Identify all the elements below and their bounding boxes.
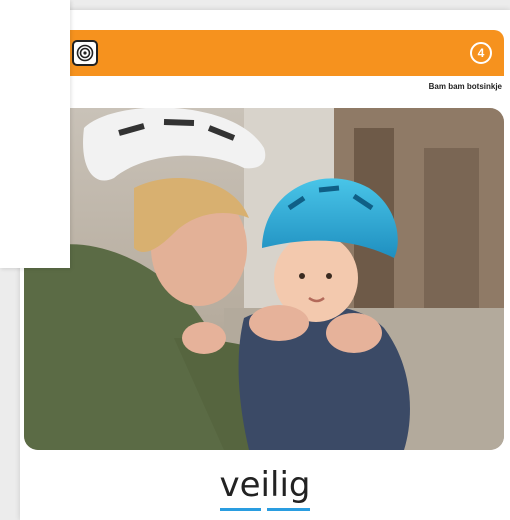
photo-parent-child-helmet bbox=[24, 108, 504, 450]
overlay-panel bbox=[0, 0, 70, 268]
vocabulary-word: veilig bbox=[20, 465, 510, 511]
book-title: Bam bam botsinkje bbox=[428, 82, 502, 91]
book-page-card: 4 Bam bam botsinkje veilig bbox=[20, 10, 510, 520]
spiral-icon[interactable] bbox=[72, 40, 98, 66]
syllable-underline bbox=[219, 508, 262, 511]
page-number-badge: 4 bbox=[470, 42, 492, 64]
page-header: 4 bbox=[20, 30, 504, 76]
word-text: veilig bbox=[219, 465, 311, 505]
syllable-underline bbox=[266, 508, 311, 511]
